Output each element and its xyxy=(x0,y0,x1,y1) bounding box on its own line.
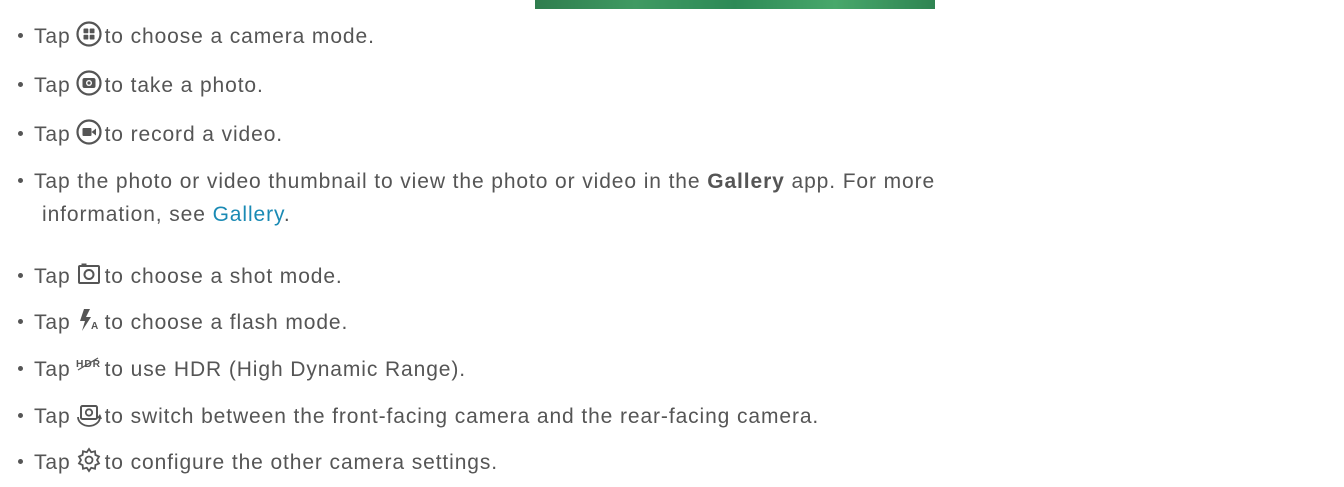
item-text: Tap the photo or video thumbnail to view… xyxy=(34,170,701,193)
gallery-app-name: Gallery xyxy=(707,170,785,193)
item-text: Tap xyxy=(34,451,71,474)
item-text: to record a video. xyxy=(104,123,284,146)
list-item: Tap to choose a shot mode. xyxy=(18,260,1328,293)
item-text: . xyxy=(283,203,291,226)
shot-mode-icon xyxy=(75,260,103,288)
list-item: Tap to take a photo. xyxy=(18,69,1328,102)
switch-camera-icon xyxy=(75,400,103,428)
bullet xyxy=(18,32,23,38)
bullet xyxy=(18,177,23,183)
item-continuation: information, see Gallery. xyxy=(18,198,1328,231)
item-text: to choose a flash mode. xyxy=(104,311,349,334)
video-record-icon xyxy=(75,118,103,146)
item-text: app. For more xyxy=(791,170,936,193)
item-text: to choose a camera mode. xyxy=(104,25,375,48)
list-item: Tap to choose a camera mode. xyxy=(18,20,1328,53)
list-item: Tap A to choose a flash mode. xyxy=(18,306,1328,339)
bullet xyxy=(18,458,23,464)
shutter-icon xyxy=(75,69,103,97)
bullet xyxy=(18,365,23,371)
item-text: to use HDR (High Dynamic Range). xyxy=(104,358,466,381)
settings-gear-icon xyxy=(75,446,103,474)
gallery-link[interactable]: Gallery xyxy=(213,203,284,226)
item-text: Tap xyxy=(34,265,71,288)
list-item: Tap to switch between the front-facing c… xyxy=(18,400,1328,433)
camera-mode-icon xyxy=(75,20,103,48)
bullet xyxy=(18,412,23,418)
flash-auto-icon: A xyxy=(75,306,103,334)
item-text: Tap xyxy=(34,405,71,428)
item-text: Tap xyxy=(34,358,71,381)
bullet xyxy=(18,318,23,324)
list-item: Tap to record a video. xyxy=(18,118,1328,151)
hdr-icon: HDR xyxy=(75,353,103,381)
item-text: to take a photo. xyxy=(104,74,264,97)
list-item: Tap the photo or video thumbnail to view… xyxy=(18,165,1328,231)
item-text: to switch between the front-facing camer… xyxy=(104,405,820,428)
item-text: to choose a shot mode. xyxy=(104,265,343,288)
list-item: Tap to configure the other camera settin… xyxy=(18,446,1328,479)
item-text: Tap xyxy=(34,123,71,146)
svg-text:A: A xyxy=(91,321,99,332)
item-text: Tap xyxy=(34,311,71,334)
bullet xyxy=(18,272,23,278)
bullet xyxy=(18,130,23,136)
item-text: Tap xyxy=(34,25,71,48)
camera-screen-image-edge xyxy=(535,0,935,9)
bullet xyxy=(18,81,23,87)
item-text: information, see xyxy=(42,203,206,226)
item-text: Tap xyxy=(34,74,71,97)
list-item: Tap HDR to use HDR (High Dynamic Range). xyxy=(18,353,1328,386)
item-text: to configure the other camera settings. xyxy=(104,451,499,474)
